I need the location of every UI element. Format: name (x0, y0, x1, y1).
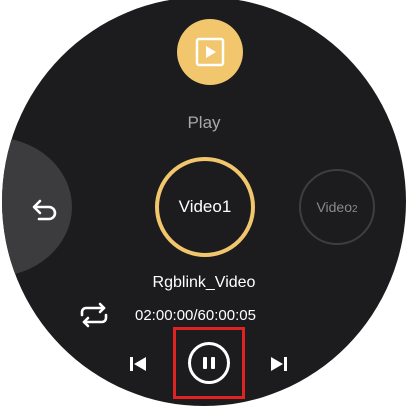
loop-icon[interactable] (79, 302, 109, 328)
play-square-icon (195, 37, 225, 67)
video-item-2[interactable]: Video2 (299, 169, 375, 245)
watch-face: Play Video1 Video2 Rgblink_Video 02:00:0… (2, 0, 406, 406)
play-mode-button[interactable] (177, 19, 243, 85)
pause-icon-bar (211, 357, 215, 369)
pause-button[interactable] (188, 342, 230, 384)
skip-next-icon[interactable] (268, 353, 290, 375)
pause-icon (203, 357, 207, 369)
skip-previous-icon[interactable] (127, 353, 149, 375)
playback-time: 02:00:00/60:00:05 (135, 307, 256, 324)
video-1-label: Video1 (178, 197, 232, 216)
mode-label: Play (187, 113, 221, 132)
video-item-1[interactable]: Video1 (155, 157, 255, 257)
back-arrow-icon[interactable] (30, 197, 60, 223)
video-2-label: Video2 (316, 199, 358, 215)
pause-button-highlight (173, 327, 245, 399)
video-title: Rgblink_Video (152, 274, 256, 291)
